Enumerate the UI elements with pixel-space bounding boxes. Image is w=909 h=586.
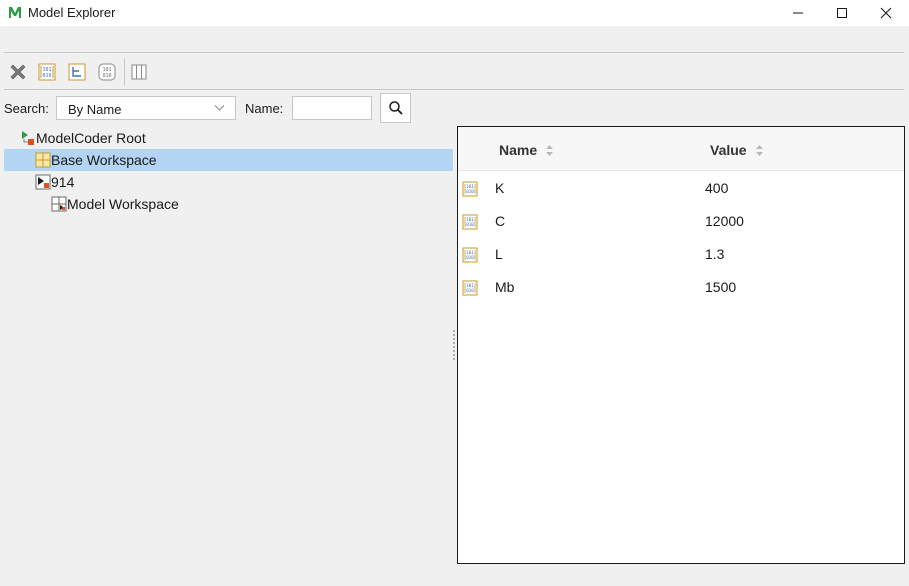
tree-item-label: Base Workspace <box>51 152 157 168</box>
svg-text:010: 010 <box>466 288 474 293</box>
contents-panel: Name Value 101 010 K 400 101 010 C 12000 <box>457 126 905 564</box>
add-variable-button[interactable]: 101 010 <box>35 60 59 84</box>
columns-button[interactable] <box>127 60 151 84</box>
name-input[interactable] <box>292 96 372 120</box>
variable-value: 1500 <box>705 279 737 295</box>
tree-item-label: Model Workspace <box>67 196 179 212</box>
tree-item-914[interactable]: 914 <box>35 171 453 193</box>
variable-value: 1.3 <box>705 246 725 262</box>
root-icon <box>20 130 36 146</box>
sort-icon <box>546 144 554 156</box>
variable-icon: 101 010 <box>462 247 478 263</box>
svg-text:010: 010 <box>102 73 111 79</box>
table-header: Name Value <box>458 127 904 171</box>
close-icon <box>880 7 892 19</box>
search-bar: Search: By Name Name: <box>0 93 909 123</box>
search-mode-value: By Name <box>68 102 122 117</box>
delete-button[interactable] <box>6 60 30 84</box>
columns-icon <box>131 64 147 80</box>
column-header-label: Name <box>499 142 538 158</box>
table-row[interactable]: 101 010 L 1.3 <box>458 238 904 271</box>
window-title: Model Explorer <box>28 5 116 20</box>
sort-icon <box>755 144 763 156</box>
chevron-down-icon <box>214 105 225 111</box>
variable-icon: 101 010 <box>462 280 478 296</box>
add-structure-button[interactable] <box>65 60 89 84</box>
workspace-grid-icon <box>35 152 51 168</box>
table-row[interactable]: 101 010 Mb 1500 <box>458 271 904 304</box>
model-hierarchy-tree: ModelCoder Root Base Workspace 914 Model… <box>4 127 453 564</box>
menu-divider <box>4 52 904 53</box>
close-button[interactable] <box>863 0 909 26</box>
variable-icon: 101 010 <box>462 214 478 230</box>
svg-text:010: 010 <box>42 73 51 79</box>
variable-icon: 101 010 <box>462 181 478 197</box>
maximize-button[interactable] <box>819 0 865 26</box>
title-bar: Model Explorer <box>0 0 909 26</box>
parameter-icon: 101 010 <box>98 63 116 81</box>
tree-item-modelcoder-root[interactable]: ModelCoder Root <box>20 127 453 149</box>
tree-item-model-workspace[interactable]: Model Workspace <box>51 193 453 215</box>
column-header-label: Value <box>710 142 747 158</box>
variable-value: 400 <box>705 180 729 196</box>
table-row[interactable]: 101 010 K 400 <box>458 172 904 205</box>
add-parameter-button[interactable]: 101 010 <box>95 60 119 84</box>
variable-value: 12000 <box>705 213 744 229</box>
minimize-button[interactable] <box>775 0 821 26</box>
panel-splitter[interactable] <box>453 330 456 360</box>
variable-name: K <box>495 180 505 196</box>
variable-icon: 101 010 <box>38 63 56 81</box>
variable-name: L <box>495 246 503 262</box>
table-row[interactable]: 101 010 C 12000 <box>458 205 904 238</box>
column-header-name[interactable]: Name <box>499 142 554 158</box>
model-workspace-icon <box>51 196 67 212</box>
search-mode-dropdown[interactable]: By Name <box>56 96 236 120</box>
svg-text:010: 010 <box>466 189 474 194</box>
toolbar-divider-line <box>4 89 904 90</box>
tree-item-label: ModelCoder Root <box>36 130 146 146</box>
name-label: Name: <box>245 101 284 116</box>
matlab-m-icon <box>9 7 21 18</box>
tree-item-base-workspace[interactable]: Base Workspace <box>4 149 453 171</box>
svg-text:010: 010 <box>466 255 474 260</box>
minimize-icon <box>793 12 803 14</box>
hierarchy-icon <box>68 63 86 81</box>
svg-text:010: 010 <box>466 222 474 227</box>
column-header-value[interactable]: Value <box>710 142 764 158</box>
toolbar: 101 010 101 010 <box>4 58 904 86</box>
search-button[interactable] <box>380 93 411 123</box>
variable-name: C <box>495 213 506 229</box>
model-icon <box>35 174 51 190</box>
variable-name: Mb <box>495 279 515 295</box>
delete-icon <box>10 64 26 80</box>
search-icon <box>388 101 403 115</box>
search-label: Search: <box>4 101 49 116</box>
toolbar-divider <box>124 58 125 86</box>
tree-item-label: 914 <box>51 174 75 190</box>
maximize-icon <box>837 8 847 18</box>
